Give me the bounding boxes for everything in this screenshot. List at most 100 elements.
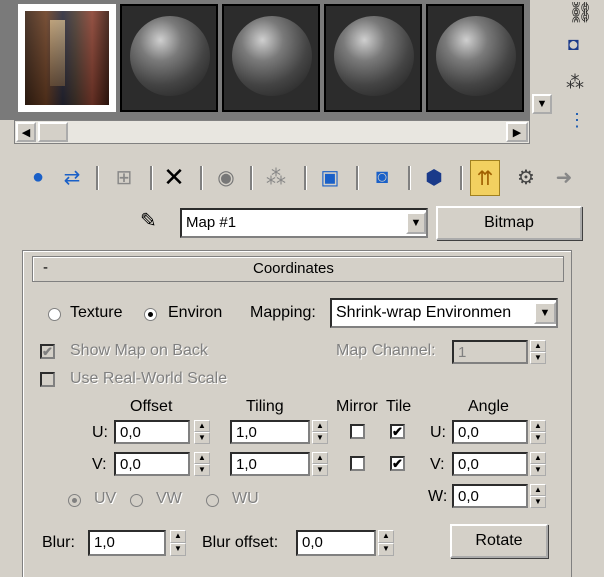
use-real-world-scale-checkbox[interactable] (40, 372, 55, 387)
mirror-u-checkbox[interactable] (350, 424, 365, 439)
uv-radio[interactable] (68, 494, 81, 507)
blur-field[interactable]: 1,0 (88, 530, 166, 556)
mirror-v-checkbox[interactable] (350, 456, 365, 471)
go-to-parent-icon[interactable]: ⚙ (512, 162, 540, 192)
toolbar-separator (150, 166, 153, 190)
check-mark: ✔ (392, 424, 403, 439)
show-end-result-icon[interactable]: ⬢ (420, 162, 448, 192)
mapping-dropdown[interactable]: Shrink-wrap Environmen (330, 298, 558, 328)
angle-w-spinner[interactable]: ▲ ▼ (530, 484, 546, 508)
angle-u-spinner[interactable]: ▲ ▼ (530, 420, 546, 444)
angle-u-field[interactable]: 0,0 (452, 420, 528, 444)
wu-label: WU (232, 490, 259, 507)
angle-v-field[interactable]: 0,0 (452, 452, 528, 476)
map-channel-field[interactable]: 1 (452, 340, 528, 364)
scroll-down-button[interactable]: ▼ (532, 94, 552, 114)
rollout-title: Coordinates (253, 260, 334, 277)
map-channel-spinner[interactable]: ▲ ▼ (530, 340, 546, 364)
blur-offset-value: 0,0 (302, 534, 323, 551)
angle-header: Angle (468, 398, 509, 415)
select-by-material-icon[interactable]: ⁂ (566, 72, 584, 93)
rollout-header[interactable]: - Coordinates (32, 256, 564, 282)
blur-offset-field[interactable]: 0,0 (296, 530, 376, 556)
show-map-on-back-checkbox[interactable]: ✔ (40, 344, 55, 359)
offset-v-spinner[interactable]: ▲ ▼ (194, 452, 210, 476)
tiling-v-value: 1,0 (236, 456, 257, 473)
blur-spinner[interactable]: ▲ ▼ (170, 530, 186, 556)
rotate-button[interactable]: Rotate (450, 524, 548, 558)
offset-u-spinner[interactable]: ▲ ▼ (194, 420, 210, 444)
toolbar-separator (250, 166, 253, 190)
offset-v-field[interactable]: 0,0 (114, 452, 190, 476)
sample-slot-3[interactable] (222, 4, 320, 112)
scroll-right-button[interactable]: ▶ (506, 122, 528, 142)
material-map-navigator-icon[interactable]: ⋮ (568, 110, 586, 131)
blur-label: Blur: (42, 534, 75, 551)
sphere-preview (334, 16, 414, 96)
tiling-u-field[interactable]: 1,0 (230, 420, 310, 444)
map-name-field[interactable]: Map #1 (180, 208, 428, 238)
tiling-v-field[interactable]: 1,0 (230, 452, 310, 476)
tile-u-checkbox[interactable]: ✔ (390, 424, 405, 439)
tile-v-checkbox[interactable]: ✔ (390, 456, 405, 471)
texture-label: Texture (70, 304, 123, 321)
tiling-v-spinner[interactable]: ▲ ▼ (312, 452, 328, 476)
tiling-header: Tiling (246, 398, 284, 415)
toolbar-separator (408, 166, 411, 190)
vw-radio[interactable] (130, 494, 143, 507)
angle-w-field[interactable]: 0,0 (452, 484, 528, 508)
sample-slot-4[interactable] (324, 4, 422, 112)
check-mark: ✔ (392, 456, 403, 471)
get-material-icon[interactable]: ● (24, 162, 52, 192)
check-mark: ✔ (42, 344, 53, 359)
backlight-icon[interactable]: ◘ (568, 34, 579, 55)
angle-u-value: 0,0 (458, 424, 479, 441)
wu-radio[interactable] (206, 494, 219, 507)
offset-v-value: 0,0 (120, 456, 141, 473)
angle-v-spinner[interactable]: ▲ ▼ (530, 452, 546, 476)
sample-slot-1[interactable] (18, 4, 116, 112)
texture-radio[interactable] (48, 308, 61, 321)
environ-label: Environ (168, 304, 223, 321)
angle-u-label: U: (430, 424, 446, 441)
mapping-label: Mapping: (250, 304, 316, 321)
angle-w-label: W: (428, 488, 448, 505)
reset-map-icon[interactable]: ✕ (160, 162, 188, 192)
toolbar-separator (96, 166, 99, 190)
put-to-scene-icon[interactable]: ⇄ (58, 162, 86, 192)
blur-offset-label: Blur offset: (202, 534, 279, 551)
eyedropper-icon[interactable]: ✎ (140, 208, 157, 233)
mapping-dropdown-button[interactable]: ▼ (534, 302, 556, 324)
tiling-u-spinner[interactable]: ▲ ▼ (312, 420, 328, 444)
material-id-icon[interactable]: ▣ (316, 162, 344, 192)
go-forward-icon[interactable]: ➜ (550, 162, 578, 192)
scroll-left-button[interactable]: ◀ (16, 122, 36, 142)
assign-material-icon[interactable]: ⊞ (110, 162, 138, 192)
offset-u-field[interactable]: 0,0 (114, 420, 190, 444)
toolbar-separator (200, 166, 203, 190)
make-unique-icon[interactable]: ◉ (212, 162, 240, 192)
horizontal-scrollbar[interactable] (14, 120, 530, 144)
map-type-button[interactable]: Bitmap (436, 206, 582, 240)
mirror-header: Mirror (336, 398, 378, 415)
show-map-icon[interactable]: ◙ (368, 162, 396, 192)
scroll-thumb[interactable] (38, 122, 68, 142)
blur-offset-spinner[interactable]: ▲ ▼ (378, 530, 394, 556)
v-label: V: (92, 456, 107, 473)
angle-w-value: 0,0 (458, 488, 479, 505)
toolbar-separator (304, 166, 307, 190)
rollout-toggle[interactable]: - (43, 259, 48, 276)
sphere-preview (232, 16, 312, 96)
environ-radio[interactable] (144, 308, 157, 321)
vw-label: VW (156, 490, 182, 507)
sample-slot-2[interactable] (120, 4, 218, 112)
show-end-result-toggle-icon[interactable]: ⇈ (470, 160, 500, 196)
sphere-preview (130, 16, 210, 96)
offset-header: Offset (130, 398, 173, 415)
map-type-label: Bitmap (484, 214, 534, 231)
sample-slot-5[interactable] (426, 4, 524, 112)
put-to-library-icon[interactable]: ⁂ (262, 162, 290, 192)
sample-type-icon[interactable]: ⛓ (568, 0, 593, 25)
uv-label: UV (94, 490, 117, 507)
map-name-dropdown-button[interactable]: ▼ (406, 212, 426, 234)
